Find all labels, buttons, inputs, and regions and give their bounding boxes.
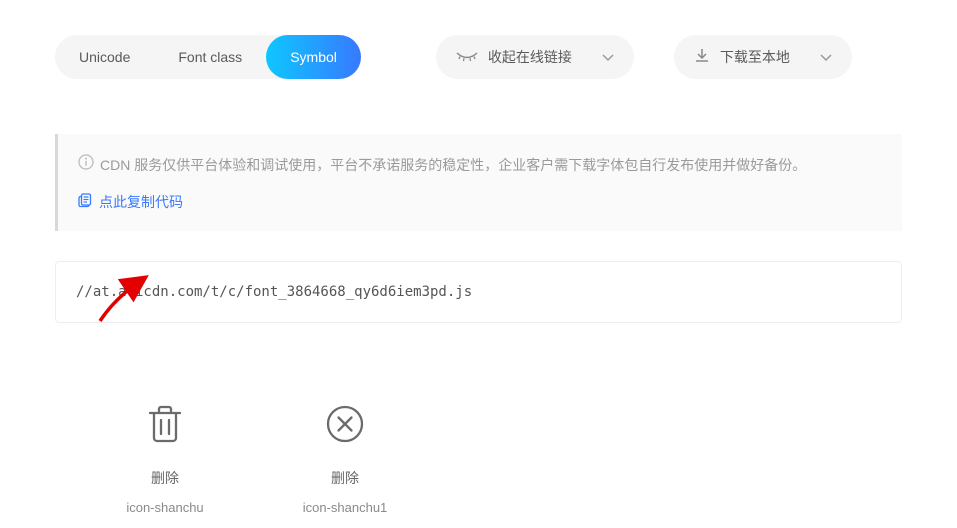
code-url: //at.alicdn.com/t/c/font_3864668_qy6d6ie… [76, 284, 472, 300]
download-icon [694, 48, 710, 67]
copy-code-label: 点此复制代码 [99, 192, 183, 212]
trash-icon [144, 403, 186, 450]
tab-fontclass[interactable]: Font class [154, 35, 266, 79]
close-circle-icon [324, 403, 366, 450]
toolbar: Unicode Font class Symbol 收起在线链接 下载至本地 [55, 35, 902, 79]
chevron-down-icon [820, 49, 832, 65]
icon-classname: icon-shanchu1 [303, 500, 388, 515]
tab-group: Unicode Font class Symbol [55, 35, 361, 79]
notice-text: CDN 服务仅供平台体验和调试使用，平台不承诺服务的稳定性，企业客户需下载字体包… [100, 154, 806, 176]
download-button[interactable]: 下载至本地 [674, 35, 852, 79]
code-box[interactable]: //at.alicdn.com/t/c/font_3864668_qy6d6ie… [55, 261, 902, 323]
notice-text-row: CDN 服务仅供平台体验和调试使用，平台不承诺服务的稳定性，企业客户需下载字体包… [78, 154, 882, 176]
tab-symbol[interactable]: Symbol [266, 35, 361, 79]
info-icon [78, 154, 94, 176]
collapse-link-button[interactable]: 收起在线链接 [436, 35, 634, 79]
closed-eyes-icon [456, 49, 478, 65]
copy-code-link[interactable]: 点此复制代码 [78, 192, 183, 212]
icon-classname: icon-shanchu [126, 500, 203, 515]
copy-icon [78, 193, 93, 211]
icon-grid: 删除 icon-shanchu 删除 icon-shanchu1 [115, 403, 902, 515]
tab-unicode[interactable]: Unicode [55, 35, 154, 79]
chevron-down-icon [602, 49, 614, 65]
icon-label: 删除 [151, 468, 179, 488]
icon-item[interactable]: 删除 icon-shanchu [115, 403, 215, 515]
icon-item[interactable]: 删除 icon-shanchu1 [295, 403, 395, 515]
download-label: 下载至本地 [720, 47, 790, 67]
notice-card: CDN 服务仅供平台体验和调试使用，平台不承诺服务的稳定性，企业客户需下载字体包… [55, 134, 902, 231]
icon-label: 删除 [331, 468, 359, 488]
collapse-link-label: 收起在线链接 [488, 47, 572, 67]
